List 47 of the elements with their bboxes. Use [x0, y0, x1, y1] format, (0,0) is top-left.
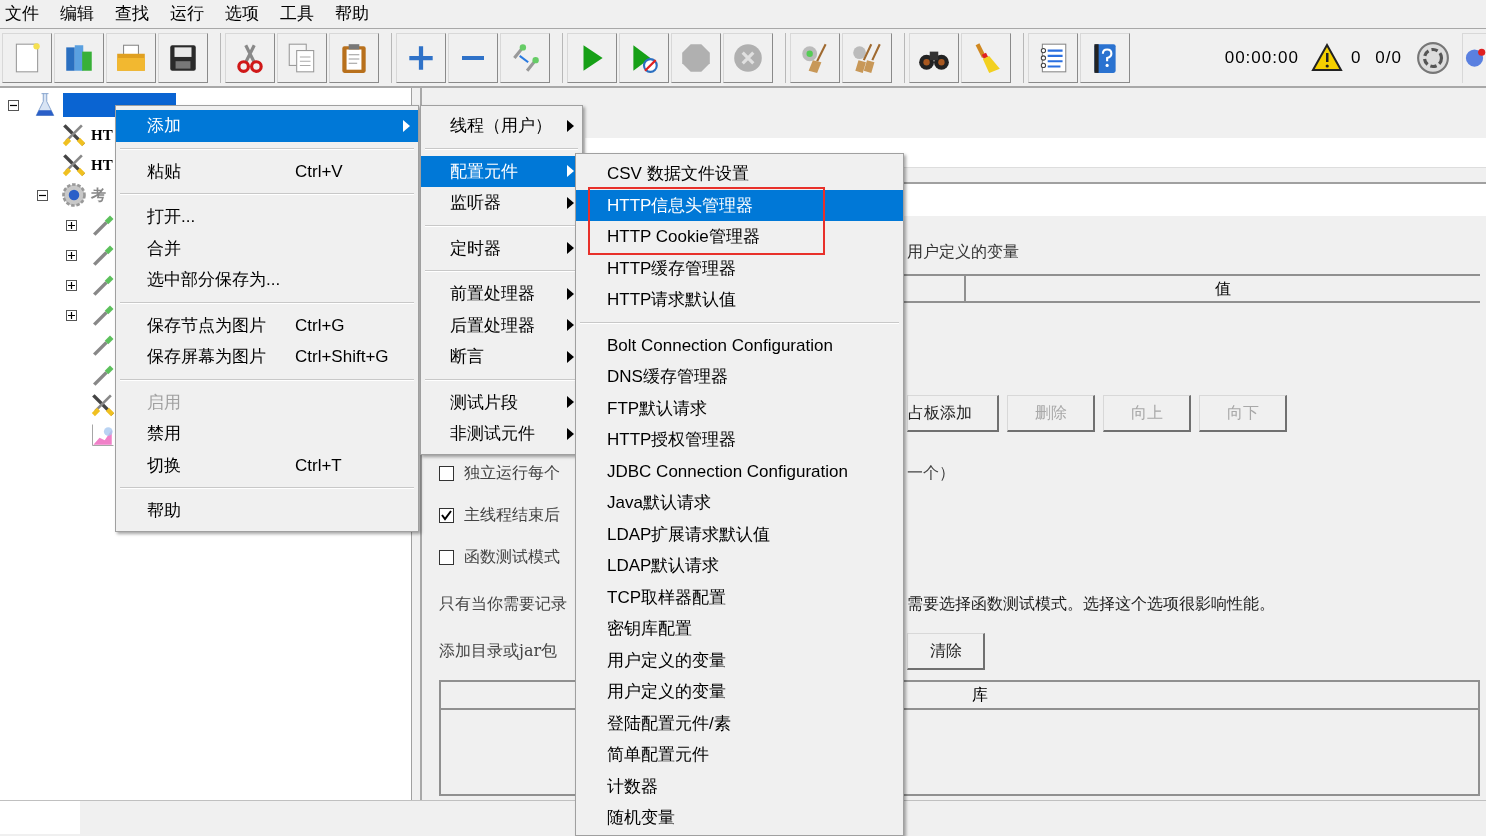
menu-item[interactable]: Java默认请求 — [576, 487, 903, 519]
tree-item-label[interactable]: HT — [91, 123, 113, 147]
menu-item[interactable]: 帮助 — [116, 495, 418, 527]
menu-item[interactable]: 密钥库配置 — [576, 613, 903, 645]
note-text: 需要选择函数测试模式。选择这个选项很影响性能。 — [907, 593, 1275, 615]
menu-item[interactable]: 用户定义的变量 — [576, 644, 903, 676]
menu-item[interactable]: 禁用 — [116, 418, 418, 450]
checkbox-label: 函数测试模式 — [464, 546, 560, 568]
checkbox-label: 一个） — [907, 462, 955, 484]
menu-item[interactable]: 粘贴 Ctrl+V — [116, 155, 418, 187]
menu-item[interactable]: 随机变量 — [576, 802, 903, 834]
note-text: 只有当你需要记录 — [439, 593, 567, 615]
menu-item[interactable]: 帮助 — [335, 3, 369, 25]
timer-text: 00:00:00 — [1224, 46, 1299, 69]
menu-item[interactable]: 选项 — [225, 3, 259, 25]
menu-item[interactable]: 保存屏幕为图片 Ctrl+Shift+G — [116, 341, 418, 373]
menu-item[interactable]: 保存节点为图片 Ctrl+G — [116, 309, 418, 341]
menu-item[interactable]: 登陆配置元件/素 — [576, 707, 903, 739]
tree-item-label[interactable]: HT — [91, 153, 113, 177]
menu-item[interactable]: 简单配置元件 — [576, 739, 903, 771]
menu-item[interactable]: 切换 Ctrl+T — [116, 449, 418, 481]
section-label: 用户定义的变量 — [907, 241, 1019, 263]
menu-item[interactable]: 编辑 — [60, 3, 94, 25]
thread-count: 0/0 — [1375, 46, 1402, 69]
tree-item-label[interactable]: 考 — [91, 183, 106, 207]
menu-item[interactable]: LDAP默认请求 — [576, 550, 903, 582]
menu-item[interactable]: HTTP信息头管理器 — [576, 189, 903, 221]
menu-item[interactable]: 查找 — [115, 3, 149, 25]
table-button[interactable]: 占板添加 — [907, 394, 999, 432]
warning-count: 0 — [1350, 46, 1362, 69]
menu-item[interactable]: 添加 — [116, 110, 418, 142]
column-header: 值 — [964, 276, 1480, 301]
menu-item[interactable]: 选中部分保存为... — [116, 264, 418, 296]
clear-button[interactable]: 清除 — [907, 632, 985, 670]
menu-item[interactable]: 打开... — [116, 201, 418, 233]
menu-item[interactable]: 工具 — [280, 3, 314, 25]
menu-item[interactable]: 文件 — [5, 3, 39, 25]
menu-item[interactable]: 线程（用户） — [421, 110, 582, 142]
checkbox-label: 主线程结束后 — [464, 504, 560, 526]
menu-item[interactable]: 合并 — [116, 232, 418, 264]
field-label: 添加目录或jar包 — [439, 640, 558, 662]
menu-item[interactable]: LDAP扩展请求默认值 — [576, 518, 903, 550]
checkbox-label: 独立运行每个 — [464, 462, 560, 484]
menu-item[interactable]: 运行 — [170, 3, 204, 25]
menu-item[interactable]: 计数器 — [576, 770, 903, 802]
menu-item[interactable]: TCP取样器配置 — [576, 581, 903, 613]
menu-item[interactable]: JDBC Connection Configuration — [576, 455, 903, 487]
